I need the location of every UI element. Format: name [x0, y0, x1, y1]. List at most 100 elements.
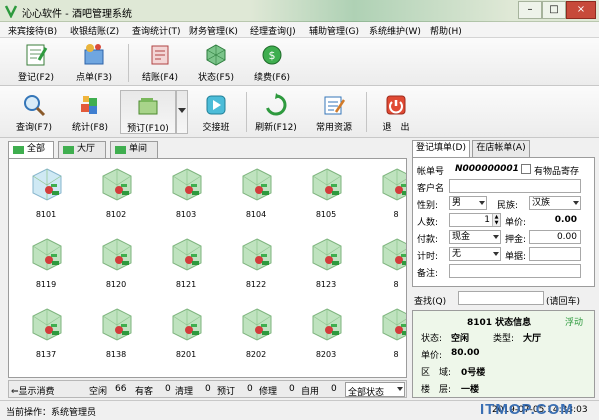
- occupied-count: 0: [165, 384, 171, 394]
- menu-finance[interactable]: 财务管理(K): [189, 24, 238, 37]
- room-8120[interactable]: 8120: [87, 233, 145, 293]
- right-panel: 登记填单(D) 在店帐单(A) 帐单号 N000000001 有物品寄存 客户名…: [412, 138, 595, 398]
- minimize-button[interactable]: –: [518, 1, 542, 19]
- room-8119[interactable]: 8119: [17, 233, 75, 293]
- status-icon: [206, 44, 226, 66]
- folder-icon: [63, 146, 74, 154]
- room-8104[interactable]: 8104: [227, 163, 285, 223]
- stats-button[interactable]: 统计(F8): [68, 92, 112, 133]
- menu-reception[interactable]: 来宾接待(B): [8, 24, 57, 37]
- room-grid: 8101 8102 8103 8104 8105 8 8119 8120 8121 8122 812…: [8, 158, 407, 378]
- register-button[interactable]: 登记(F2): [14, 42, 58, 83]
- room-8103[interactable]: 8103: [157, 163, 215, 223]
- room-8121[interactable]: 8121: [157, 233, 215, 293]
- reserved-count: 0: [247, 384, 253, 394]
- close-button[interactable]: ×: [566, 1, 596, 19]
- spin-icon[interactable]: ▲ ▼: [492, 214, 500, 226]
- tab-registration[interactable]: 登记填单(D): [412, 140, 470, 158]
- menu-assist[interactable]: 辅助管理(G): [309, 24, 359, 37]
- room-floor-value: 一楼: [461, 385, 480, 395]
- room-icon: [382, 168, 406, 201]
- status-button[interactable]: 状态(F5): [194, 42, 238, 83]
- payment-select[interactable]: 现金: [449, 230, 501, 244]
- room-icon: [172, 168, 202, 201]
- room-icon: [242, 308, 272, 341]
- voucher-input[interactable]: [529, 247, 581, 261]
- chevron-down-icon: [493, 235, 499, 239]
- menu-query-stats[interactable]: 查询统计(T): [132, 24, 181, 37]
- room-8123[interactable]: 8123: [297, 233, 355, 293]
- deposit-checkbox[interactable]: [521, 164, 531, 174]
- timing-select[interactable]: 无: [449, 247, 501, 261]
- menu-cashier[interactable]: 收银结账(Z): [70, 24, 119, 37]
- window-title: 沁心软件 - 酒吧管理系统: [22, 9, 132, 20]
- account-number: N000000001: [455, 164, 519, 174]
- reserve-dropdown[interactable]: [176, 90, 188, 134]
- title-bar: 沁心软件 - 酒吧管理系统 – □ ×: [0, 0, 599, 22]
- maximize-button[interactable]: □: [542, 1, 566, 19]
- find-enter-hint[interactable]: (请回车): [546, 294, 580, 307]
- main-toolbar: 登记(F2) 点单(F3) 结账(F4) 状态(F5) $ 续费(F6): [0, 38, 599, 86]
- tab-hall[interactable]: 大厅: [58, 141, 106, 158]
- resources-button[interactable]: 常用资源: [310, 92, 358, 133]
- renew-icon: $: [262, 45, 282, 65]
- checkout-icon: [151, 45, 169, 65]
- shift-icon: [206, 95, 226, 115]
- folder-icon: [13, 146, 24, 154]
- renew-button[interactable]: $ 续费(F6): [250, 42, 294, 83]
- room-8[interactable]: 8: [367, 303, 406, 363]
- room-icon: [242, 238, 272, 271]
- resources-icon: [324, 96, 346, 115]
- shift-button[interactable]: 交接班: [194, 92, 238, 133]
- menu-system[interactable]: 系统维护(W): [369, 24, 421, 37]
- reserve-button[interactable]: 预订(F10): [120, 90, 176, 134]
- room-8122[interactable]: 8122: [227, 233, 285, 293]
- show-consumption-toggle[interactable]: ⇐显示消费: [11, 384, 55, 397]
- room-8[interactable]: 8: [367, 233, 406, 293]
- room-status-bar: ⇐显示消费 空闲 66 有客 0 清理 0 预订 0 修理 0 自用 0 全部状…: [8, 380, 407, 398]
- room-icon: [102, 168, 132, 201]
- tab-in-store-bill[interactable]: 在店帐单(A): [472, 140, 530, 157]
- exit-icon: [386, 95, 406, 115]
- exit-button[interactable]: 退 出: [374, 92, 418, 133]
- room-8202[interactable]: 8202: [227, 303, 285, 363]
- room-8201[interactable]: 8201: [157, 303, 215, 363]
- search-icon: [24, 95, 46, 117]
- tab-all[interactable]: 全部: [8, 141, 54, 159]
- guest-name-input[interactable]: [449, 179, 581, 193]
- search-button[interactable]: 查询(F7): [12, 92, 56, 133]
- room-icon: [172, 308, 202, 341]
- status-filter-select[interactable]: 全部状态: [345, 382, 405, 398]
- room-8102[interactable]: 8102: [87, 163, 145, 223]
- room-8105[interactable]: 8105: [297, 163, 355, 223]
- room-area-value: 0号楼: [461, 368, 486, 378]
- room-price-value: 80.00: [451, 348, 480, 358]
- room-8101[interactable]: 8101: [17, 163, 75, 223]
- ethnic-select[interactable]: 汉族: [529, 196, 581, 210]
- room-8203[interactable]: 8203: [297, 303, 355, 363]
- menu-bar: 来宾接待(B) 收银结账(Z) 查询统计(T) 财务管理(K) 经理查询(J) …: [0, 22, 599, 38]
- refresh-button[interactable]: 刷新(F12): [254, 92, 298, 133]
- order-button[interactable]: 点单(F3): [72, 42, 116, 83]
- checkout-button[interactable]: 结账(F4): [138, 42, 182, 83]
- chevron-down-icon: [178, 108, 186, 113]
- menu-help[interactable]: 帮助(H): [430, 24, 462, 37]
- current-operator: 当前操作：系统管理员: [6, 408, 97, 418]
- room-8137[interactable]: 8137: [17, 303, 75, 363]
- deposit-input[interactable]: 0.00: [529, 230, 581, 244]
- room-status-info: 8101 状态信息 浮动 状态: 空闲 类型: 大厅 单价: 80.00 区 域…: [412, 310, 595, 398]
- room-8[interactable]: 8: [367, 163, 406, 223]
- people-stepper[interactable]: 1 ▲ ▼: [449, 213, 501, 227]
- logo-icon: [4, 5, 18, 18]
- room-icon: [312, 238, 342, 271]
- find-input[interactable]: [458, 291, 544, 305]
- note-input[interactable]: [449, 264, 581, 278]
- float-toggle[interactable]: 浮动: [565, 315, 583, 328]
- room-8138[interactable]: 8138: [87, 303, 145, 363]
- tab-private-room[interactable]: 单间: [110, 141, 158, 158]
- menu-manager-query[interactable]: 经理查询(J): [250, 24, 296, 37]
- watermark: ITMOP.COM: [480, 401, 574, 418]
- gender-select[interactable]: 男: [449, 196, 487, 210]
- room-icon: [102, 308, 132, 341]
- room-icon: [382, 238, 406, 271]
